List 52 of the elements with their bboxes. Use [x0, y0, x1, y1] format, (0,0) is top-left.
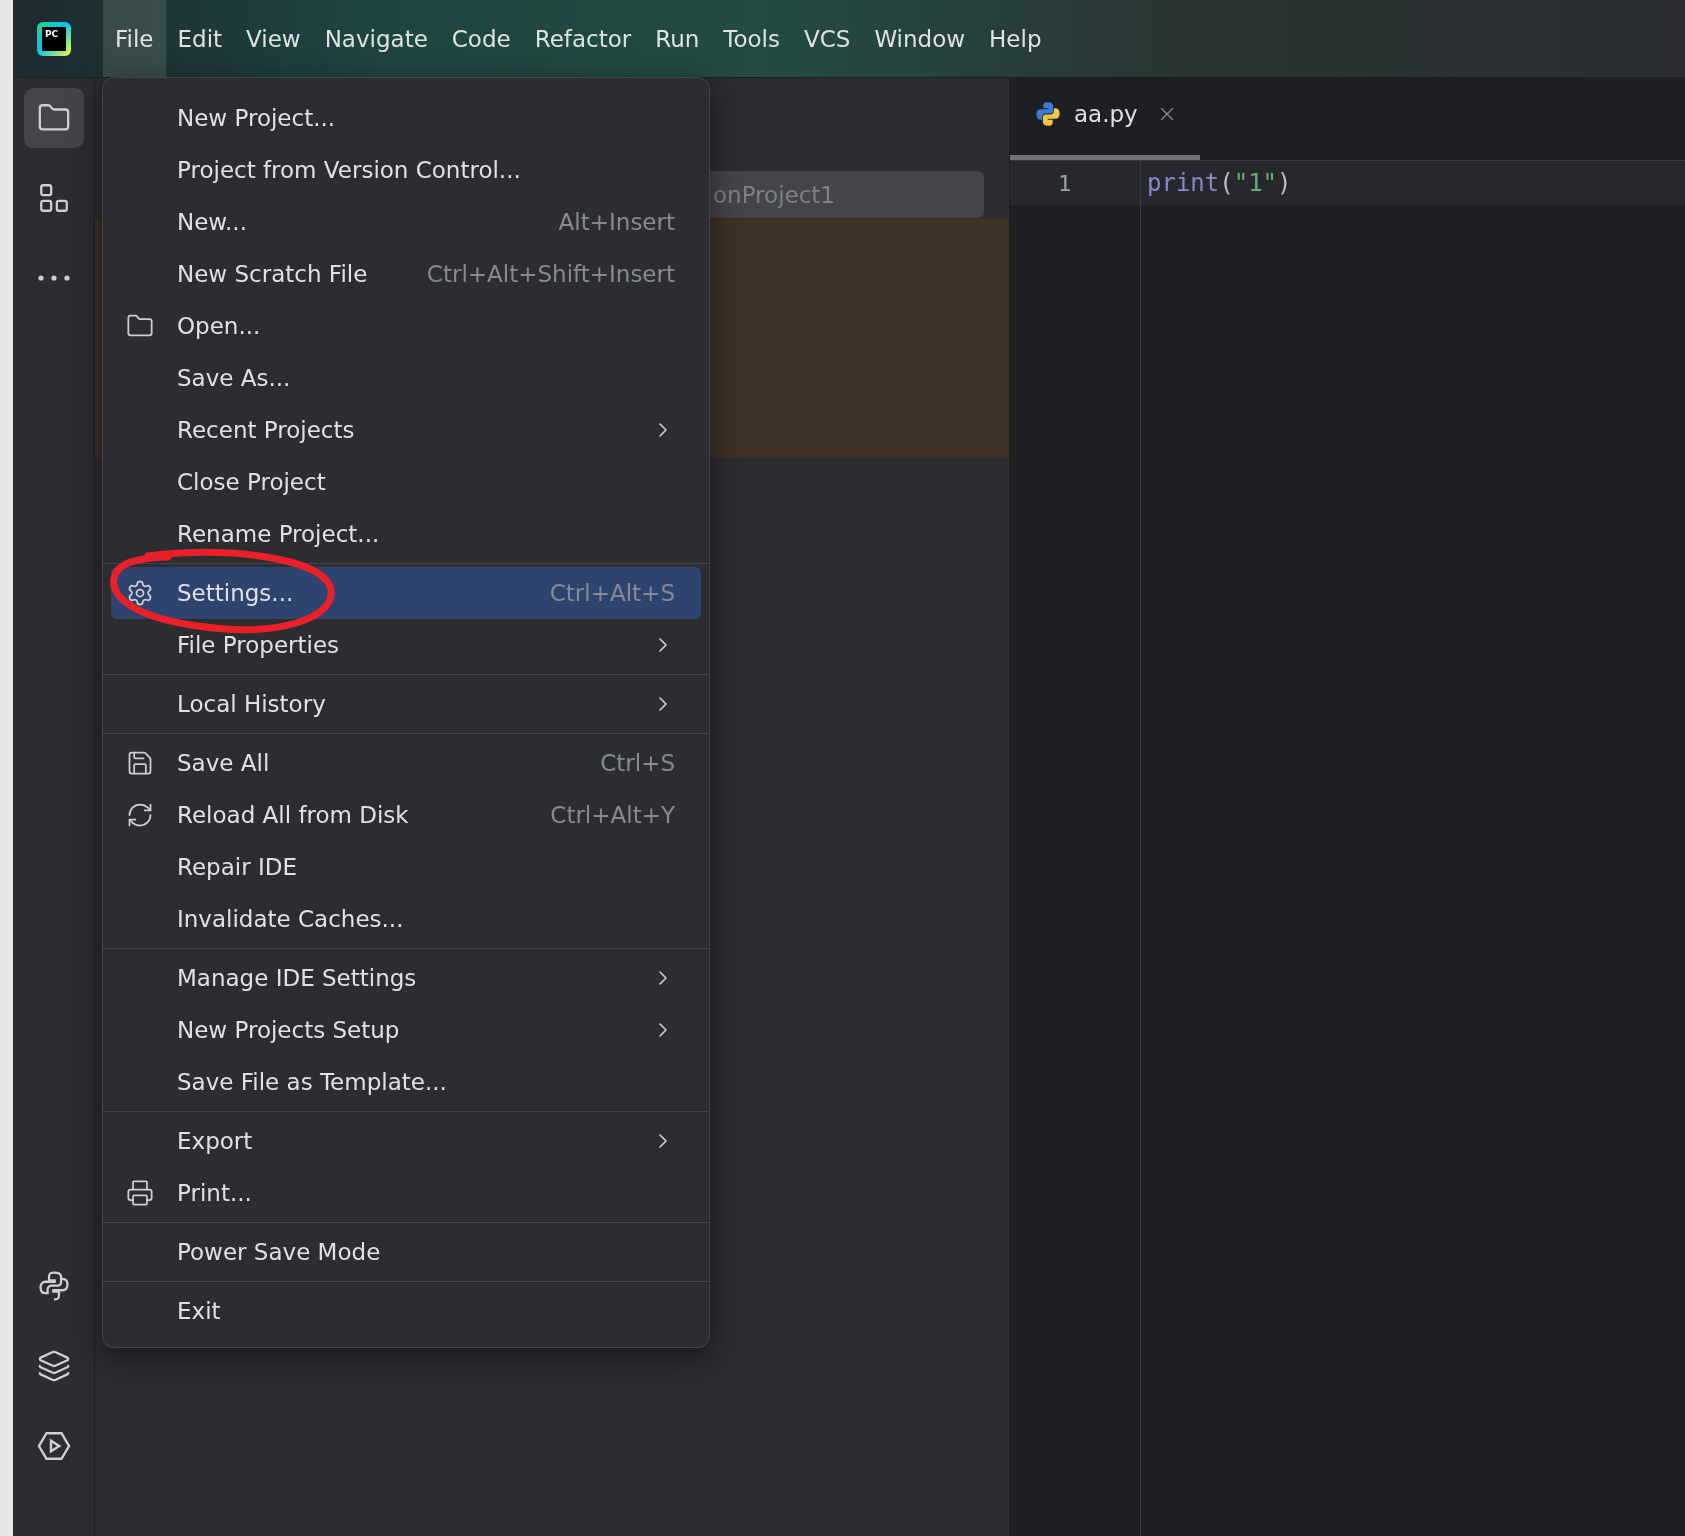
tab-label: aa.py [1074, 100, 1138, 127]
shortcut-label: Alt+Insert [558, 209, 675, 235]
shortcut-label: Ctrl+Alt+Shift+Insert [426, 261, 675, 287]
more-icon [37, 275, 70, 281]
menu-item[interactable]: New Projects Setup [111, 1004, 701, 1056]
menu-item[interactable]: Open... [111, 300, 701, 352]
menu-title[interactable]: VCS [791, 0, 863, 77]
shortcut-label: Ctrl+Alt+S [549, 580, 675, 606]
menu-item[interactable]: Save All Ctrl+S [111, 737, 701, 789]
settings-icon [126, 579, 154, 607]
menu-title[interactable]: Help [977, 0, 1054, 77]
menu-item[interactable]: Exit [111, 1285, 701, 1337]
menu-item[interactable]: File Properties [111, 619, 701, 671]
line-number: 1 [1010, 161, 1140, 205]
menu-title[interactable]: Edit [165, 0, 235, 77]
reload-icon [126, 801, 154, 829]
layers-icon [36, 1349, 71, 1383]
menu-item[interactable]: Recent Projects [111, 404, 701, 456]
menu-item[interactable]: Reload All from Disk Ctrl+Alt+Y [111, 789, 701, 841]
menu-title[interactable]: Window [862, 0, 978, 77]
menu-title[interactable]: File [103, 0, 166, 77]
menu-title[interactable]: Code [439, 0, 523, 77]
menu-item[interactable]: Close Project [111, 456, 701, 508]
menu-title[interactable]: Navigate [312, 0, 440, 77]
menu-item[interactable]: Invalidate Caches... [111, 893, 701, 945]
menu-item[interactable]: Manage IDE Settings [111, 952, 701, 1004]
shortcut-label: Ctrl+S [600, 750, 675, 776]
menu-item[interactable]: Export [111, 1115, 701, 1167]
menu-item[interactable]: Project from Version Control... [111, 144, 701, 196]
shortcut-label: Ctrl+Alt+Y [550, 802, 675, 828]
project-name-field: onProject1 [709, 171, 984, 218]
menu-title[interactable]: Run [643, 0, 712, 77]
menu-item[interactable]: Local History [111, 678, 701, 730]
save-icon [126, 749, 154, 777]
menu-item[interactable]: New... Alt+Insert [111, 196, 701, 248]
app-logo: PC [37, 21, 71, 56]
python-icon [36, 1269, 71, 1303]
menu-item[interactable]: Save As... [111, 352, 701, 404]
menu-item[interactable]: Rename Project... [111, 508, 701, 560]
menu-item[interactable]: Power Save Mode [111, 1226, 701, 1278]
menu-item[interactable]: Print... [111, 1167, 701, 1219]
printer-icon [126, 1179, 154, 1207]
menu-title[interactable]: View [234, 0, 313, 77]
menu-item[interactable]: Settings... Ctrl+Alt+S [111, 567, 701, 619]
python-icon [1034, 99, 1062, 128]
menu-title[interactable]: Refactor [522, 0, 644, 77]
menu-item[interactable]: Save File as Template... [111, 1056, 701, 1108]
menu-title[interactable]: Tools [711, 0, 792, 77]
menu-item[interactable]: New Project... [111, 92, 701, 144]
menu-item[interactable]: New Scratch File Ctrl+Alt+Shift+Insert [111, 248, 701, 300]
tool-window-button[interactable] [23, 88, 84, 148]
menu-item[interactable]: Repair IDE [111, 841, 701, 893]
